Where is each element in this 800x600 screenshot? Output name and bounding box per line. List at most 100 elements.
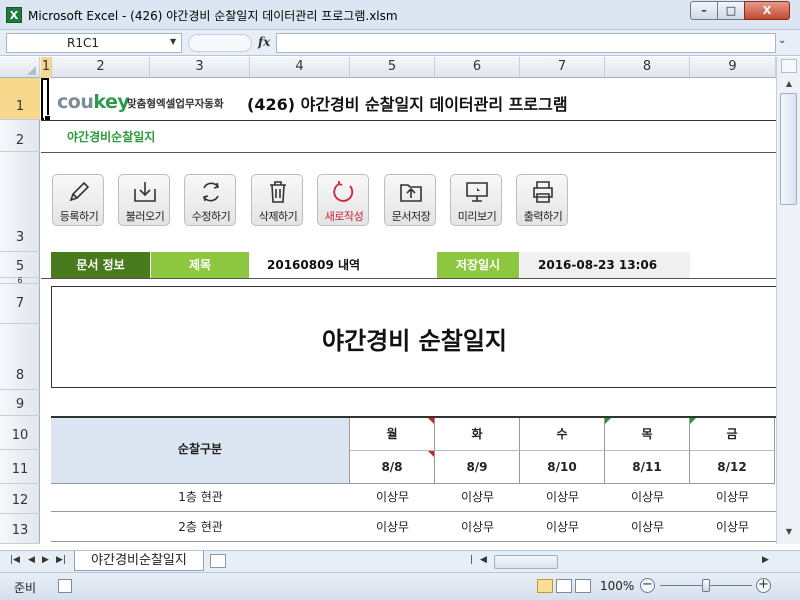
save-document-button-label: 문서저장 — [391, 210, 431, 223]
day-header: 금 — [690, 418, 775, 451]
macro-record-icon[interactable] — [58, 579, 72, 593]
comment-indicator — [428, 418, 434, 424]
row-header[interactable]: 11 — [0, 450, 40, 484]
saved-at-label: 저장일시 — [437, 252, 519, 278]
minimize-button[interactable]: – — [690, 1, 718, 20]
patrol-cell[interactable]: 이상무 — [350, 512, 435, 542]
insert-sheet-icon[interactable] — [210, 554, 226, 568]
scroll-left-icon[interactable]: ◀ — [480, 555, 487, 565]
document-title: 야간경비 순찰일지 — [322, 327, 507, 355]
scroll-right-icon[interactable]: ▶ — [762, 555, 769, 565]
vertical-scroll-thumb[interactable] — [780, 93, 797, 205]
patrol-category[interactable]: 1층 현관 — [51, 482, 350, 512]
delete-button[interactable]: 삭제하기 — [251, 174, 303, 226]
register-button[interactable]: 등록하기 — [52, 174, 104, 226]
row-header[interactable]: 12 — [0, 484, 40, 514]
print-button[interactable]: 출력하기 — [516, 174, 568, 226]
next-sheet-icon[interactable]: ▶ — [42, 555, 49, 565]
scroll-down-icon[interactable]: ▼ — [781, 525, 797, 539]
load-button-label: 불러오기 — [125, 210, 165, 223]
patrol-cell[interactable]: 이상무 — [690, 512, 775, 542]
comment-indicator — [428, 451, 434, 457]
row-header[interactable]: 9 — [0, 390, 40, 416]
worksheet-grid[interactable]: coukey 맞춤형엑셀업무자동화 (426) 야간경비 순찰일지 데이터관리 … — [41, 78, 776, 544]
saved-at-value[interactable]: 2016-08-23 13:06 — [520, 252, 690, 278]
logo-accent-text: key — [93, 91, 130, 113]
split-box[interactable]: | — [470, 555, 473, 565]
zoom-slider-thumb[interactable] — [702, 579, 710, 592]
split-box[interactable] — [781, 59, 797, 73]
patrol-cell[interactable]: 이상무 — [605, 482, 690, 512]
column-header[interactable]: 5 — [350, 57, 435, 78]
column-header[interactable]: 7 — [520, 57, 605, 78]
maximize-button[interactable]: □ — [717, 1, 745, 20]
zoom-out-button[interactable]: − — [640, 578, 655, 593]
error-indicator — [605, 418, 611, 424]
previous-sheet-icon[interactable]: ◀ — [28, 555, 35, 565]
new-document-button[interactable]: 새로작성 — [317, 174, 369, 226]
first-sheet-icon[interactable]: |◀ — [10, 555, 20, 565]
formula-input[interactable] — [276, 33, 776, 53]
insert-function-icon[interactable]: fx — [258, 35, 270, 49]
preview-button[interactable]: 미리보기 — [450, 174, 502, 226]
patrol-cell[interactable]: 이상무 — [520, 482, 605, 512]
column-header[interactable]: 9 — [690, 57, 776, 78]
brand-tagline: 맞춤형엑셀업무자동화 — [127, 98, 224, 110]
sheet-tab[interactable]: 야간경비순찰일지 — [74, 551, 204, 571]
zoom-in-button[interactable]: + — [756, 578, 771, 593]
select-all-corner[interactable] — [0, 57, 40, 78]
name-box[interactable]: R1C1 — [6, 33, 182, 53]
download-icon — [134, 182, 156, 202]
close-button[interactable]: X — [744, 1, 790, 20]
normal-view-button[interactable] — [537, 579, 553, 593]
last-sheet-icon[interactable]: ▶| — [56, 555, 66, 565]
document-title-box: 야간경비 순찰일지 — [51, 286, 776, 388]
error-indicator — [690, 418, 696, 424]
active-cell-cursor[interactable] — [41, 78, 51, 122]
page-break-view-button[interactable] — [575, 579, 591, 593]
row-header[interactable]: 3 — [0, 152, 40, 252]
chevron-down-icon[interactable]: ▼ — [170, 37, 176, 46]
row-header[interactable]: 5 — [0, 252, 40, 278]
patrol-cell[interactable]: 이상무 — [605, 512, 690, 542]
zoom-level[interactable]: 100% — [600, 579, 634, 593]
edit-button[interactable]: 수정하기 — [184, 174, 236, 226]
horizontal-scrollbar[interactable]: | ◀ ▶ — [470, 555, 775, 569]
row-header[interactable]: 7 — [0, 284, 40, 324]
row-header[interactable]: 2 — [0, 120, 40, 152]
patrol-cell[interactable]: 이상무 — [350, 482, 435, 512]
column-header[interactable]: 3 — [150, 57, 250, 78]
patrol-cell[interactable]: 이상무 — [435, 512, 520, 542]
expand-formula-bar-icon[interactable]: ⌄ — [778, 35, 786, 46]
column-header[interactable]: 2 — [52, 57, 150, 78]
patrol-cell[interactable]: 이상무 — [520, 512, 605, 542]
patrol-cell[interactable]: 이상무 — [435, 482, 520, 512]
title-value[interactable]: 20160809 내역 — [267, 252, 427, 278]
divider — [41, 152, 776, 153]
row-header[interactable]: 10 — [0, 416, 40, 450]
patrol-cell[interactable]: 이상무 — [690, 482, 775, 512]
status-bar: 준비 100% − + — [0, 572, 800, 600]
load-button[interactable]: 불러오기 — [118, 174, 170, 226]
preview-button-label: 미리보기 — [457, 210, 497, 223]
column-header[interactable]: 6 — [435, 57, 520, 78]
scroll-up-icon[interactable]: ▲ — [781, 77, 797, 91]
page-layout-view-button[interactable] — [556, 579, 572, 593]
row-headers: 1 2 3 5 6 7 8 9 10 11 12 13 — [0, 78, 40, 544]
column-header[interactable]: 1 — [41, 57, 52, 78]
excel-app-icon[interactable]: X — [6, 7, 22, 23]
print-button-label: 출력하기 — [523, 210, 563, 223]
row-header[interactable]: 1 — [0, 78, 40, 120]
row-header[interactable]: 8 — [0, 324, 40, 390]
divider — [41, 120, 776, 121]
patrol-category[interactable]: 2층 현관 — [51, 512, 350, 542]
horizontal-scroll-thumb[interactable] — [494, 555, 558, 569]
column-header[interactable]: 4 — [250, 57, 350, 78]
sheet-tab-bar: |◀ ◀ ▶ ▶| 야간경비순찰일지 | ◀ ▶ — [0, 550, 800, 572]
row-header[interactable]: 13 — [0, 514, 40, 544]
column-header[interactable]: 8 — [605, 57, 690, 78]
vertical-scrollbar[interactable]: ▲ ▼ — [776, 57, 800, 544]
folder-upload-icon — [400, 184, 422, 202]
ready-status: 준비 — [14, 581, 37, 595]
save-document-button[interactable]: 문서저장 — [384, 174, 436, 226]
